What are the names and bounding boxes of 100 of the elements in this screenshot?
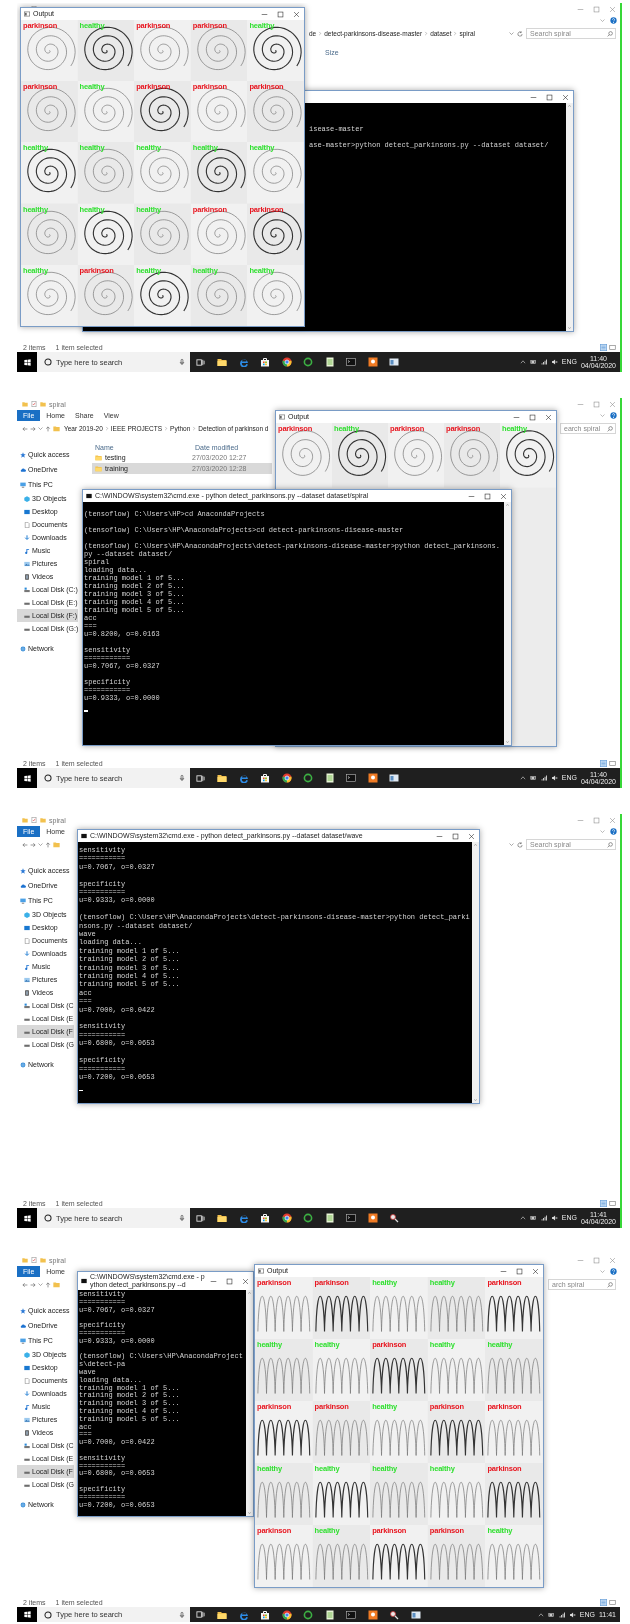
up-arrow-icon[interactable] xyxy=(45,1281,51,1288)
notepad-icon[interactable] xyxy=(324,357,335,367)
help-icon[interactable] xyxy=(610,1268,617,1275)
back-arrow-icon[interactable] xyxy=(22,1281,28,1288)
close-icon[interactable] xyxy=(532,1267,539,1275)
round-logo-icon[interactable] xyxy=(281,773,292,783)
help-icon[interactable] xyxy=(610,828,617,835)
maximize-icon[interactable] xyxy=(452,832,459,840)
caret-up-icon[interactable] xyxy=(519,359,526,365)
back-arrow-icon[interactable] xyxy=(22,841,28,848)
maximize-icon[interactable] xyxy=(484,492,491,500)
refresh-icon[interactable] xyxy=(517,841,523,848)
folder-icon xyxy=(53,1281,60,1288)
maximize-icon[interactable] xyxy=(226,1277,233,1285)
folder-icon[interactable] xyxy=(217,773,228,783)
browser-icon[interactable] xyxy=(238,1609,249,1620)
help-icon[interactable] xyxy=(610,17,617,24)
ring-icon[interactable] xyxy=(303,773,314,783)
close-icon[interactable] xyxy=(468,832,475,840)
caret-up-icon[interactable] xyxy=(519,1215,526,1221)
folder-icon[interactable] xyxy=(217,1213,228,1223)
music-note-icon xyxy=(24,963,30,970)
search-icon xyxy=(607,425,613,432)
app-icon[interactable] xyxy=(367,773,378,783)
app-icon[interactable] xyxy=(367,1213,378,1223)
forward-arrow-icon[interactable] xyxy=(30,1281,36,1288)
task-view-icon[interactable] xyxy=(196,773,206,783)
window-icon[interactable] xyxy=(410,1609,421,1620)
star-icon xyxy=(20,867,26,874)
refresh-icon[interactable] xyxy=(517,30,523,37)
circle-icon xyxy=(44,1610,52,1619)
cube-icon xyxy=(24,495,30,502)
music-note-icon xyxy=(24,1403,30,1410)
shopping-bag-icon[interactable] xyxy=(260,773,271,783)
task-view-icon[interactable] xyxy=(196,1610,206,1619)
close-icon[interactable] xyxy=(242,1277,249,1285)
ring-icon[interactable] xyxy=(303,357,314,367)
notepad-icon[interactable] xyxy=(324,1213,335,1223)
browser-icon[interactable] xyxy=(238,773,249,783)
task-view-icon[interactable] xyxy=(196,1213,206,1223)
magnifier-icon[interactable] xyxy=(389,1609,400,1620)
terminal-icon[interactable] xyxy=(346,1213,357,1223)
forward-arrow-icon[interactable] xyxy=(30,841,36,848)
round-logo-icon[interactable] xyxy=(281,1609,292,1620)
document-check-icon xyxy=(31,1257,37,1263)
round-logo-icon[interactable] xyxy=(281,1213,292,1223)
app-icon[interactable] xyxy=(367,1609,378,1620)
windows-logo-icon xyxy=(23,774,31,782)
magnifier-icon[interactable] xyxy=(389,1213,400,1223)
help-icon[interactable] xyxy=(610,412,617,419)
app-icon[interactable] xyxy=(367,357,378,367)
caret-up-icon[interactable] xyxy=(537,1611,544,1618)
ring-icon[interactable] xyxy=(303,1609,314,1620)
terminal-icon[interactable] xyxy=(346,357,357,367)
browser-icon[interactable] xyxy=(238,357,249,367)
chevron-down-icon xyxy=(600,1269,605,1274)
round-logo-icon[interactable] xyxy=(281,357,292,367)
window-icon[interactable] xyxy=(389,357,400,367)
close-icon[interactable] xyxy=(545,413,552,421)
picture-icon xyxy=(24,1416,30,1423)
up-arrow-icon[interactable] xyxy=(45,425,51,432)
folder-icon[interactable] xyxy=(217,1609,228,1620)
microphone-icon xyxy=(179,1610,185,1619)
maximize-icon[interactable] xyxy=(529,413,536,421)
window-icon xyxy=(258,1268,264,1274)
maximize-icon[interactable] xyxy=(277,10,284,18)
browser-icon[interactable] xyxy=(238,1213,249,1223)
close-icon[interactable] xyxy=(293,10,300,18)
battery-icon xyxy=(547,1611,555,1618)
start-button[interactable] xyxy=(17,768,37,788)
document-check-icon xyxy=(31,401,37,407)
folder-icon xyxy=(95,454,102,461)
close-icon[interactable] xyxy=(562,93,569,101)
network-icon xyxy=(20,1061,26,1068)
shopping-bag-icon[interactable] xyxy=(260,1609,271,1620)
ring-icon[interactable] xyxy=(303,1213,314,1223)
terminal-icon[interactable] xyxy=(346,773,357,783)
window-icon[interactable] xyxy=(389,773,400,783)
document-check-icon xyxy=(31,817,37,823)
maximize-icon[interactable] xyxy=(546,93,553,101)
shopping-bag-icon[interactable] xyxy=(260,357,271,367)
forward-arrow-icon[interactable] xyxy=(30,425,36,432)
notepad-icon[interactable] xyxy=(324,773,335,783)
terminal-icon[interactable] xyxy=(346,1609,357,1620)
start-button[interactable] xyxy=(17,1208,37,1228)
caret-up-icon[interactable] xyxy=(519,775,526,781)
download-arrow-icon xyxy=(24,950,30,957)
film-icon xyxy=(24,989,30,996)
network-icon xyxy=(20,645,26,652)
start-button[interactable] xyxy=(17,352,37,372)
up-arrow-icon[interactable] xyxy=(45,841,51,848)
back-arrow-icon[interactable] xyxy=(22,425,28,432)
start-button[interactable] xyxy=(17,1607,37,1622)
maximize-icon[interactable] xyxy=(516,1267,523,1275)
notepad-icon[interactable] xyxy=(324,1609,335,1620)
shopping-bag-icon[interactable] xyxy=(260,1213,271,1223)
folder-icon[interactable] xyxy=(217,357,228,367)
task-view-icon[interactable] xyxy=(196,357,206,367)
close-icon[interactable] xyxy=(500,492,507,500)
music-note-icon xyxy=(24,547,30,554)
